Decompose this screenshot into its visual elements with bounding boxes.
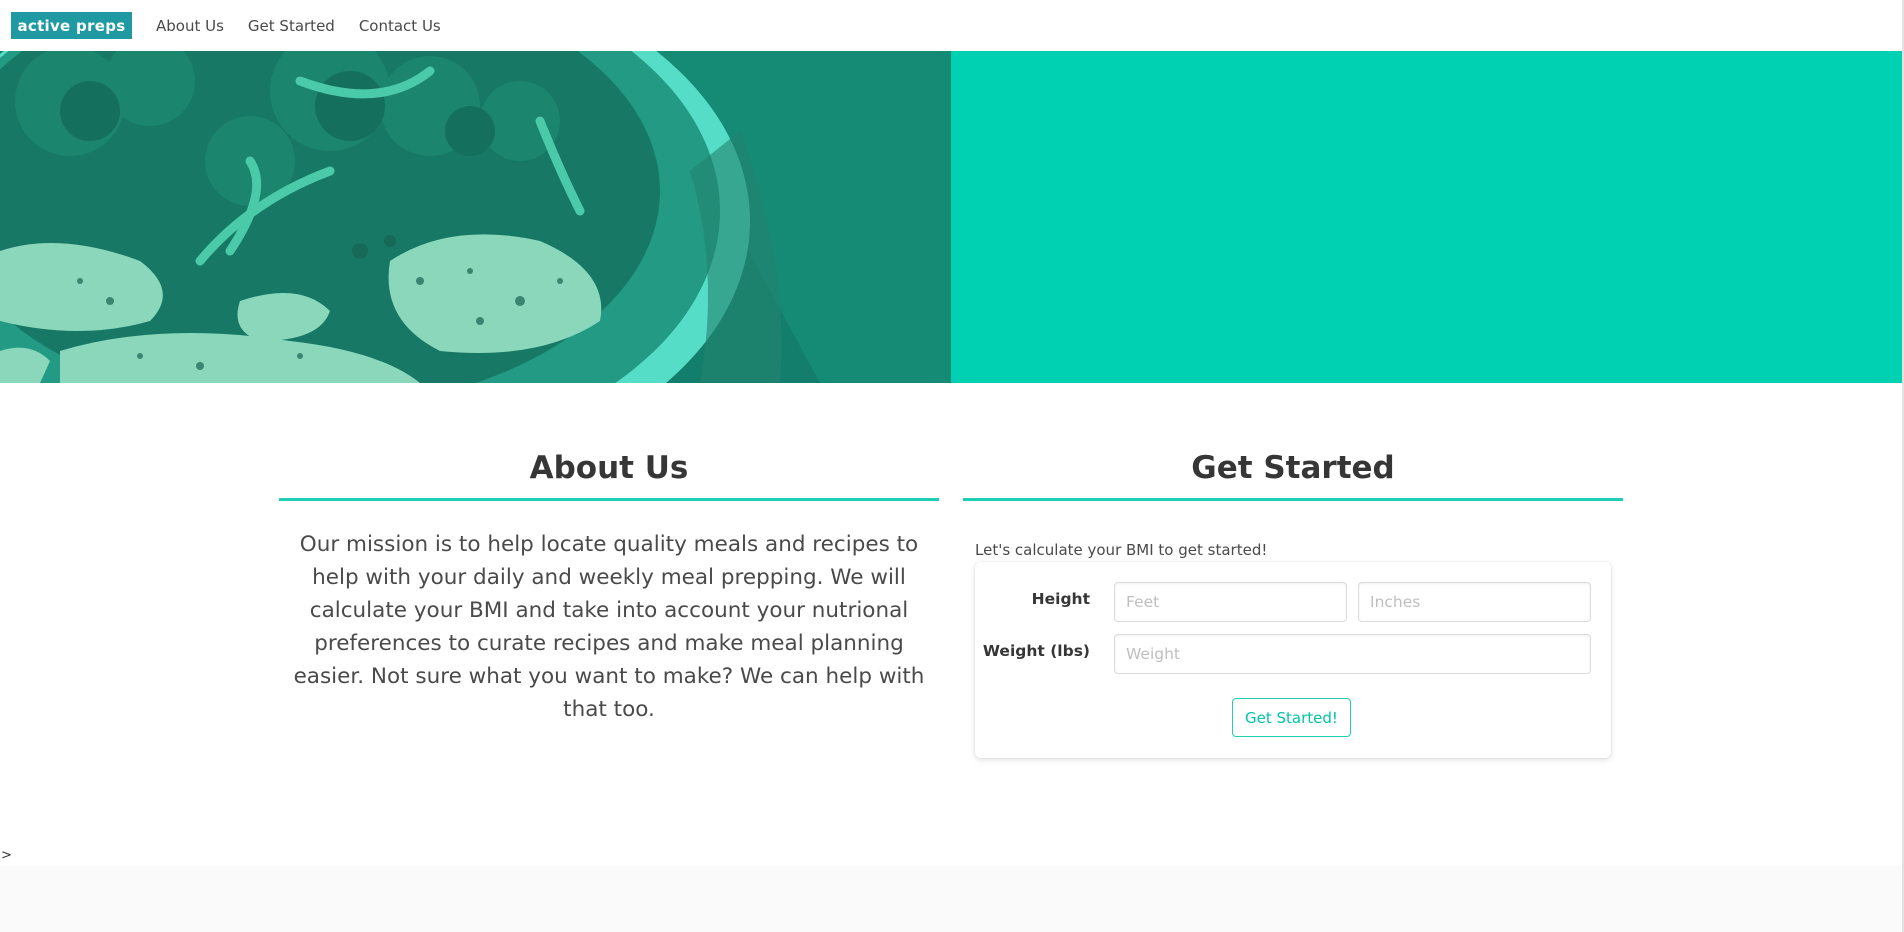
navbar: active preps About Us Get Started Contac…	[0, 0, 1904, 51]
hero-image	[0, 51, 951, 383]
bmi-form-card: Height Weight (lbs) Get Started!	[975, 562, 1611, 758]
get-started-title: Get Started	[1191, 450, 1395, 486]
nav-link-get-started[interactable]: Get Started	[248, 17, 335, 35]
get-started-button[interactable]: Get Started!	[1232, 698, 1351, 737]
bmi-intro-text: Let's calculate your BMI to get started!	[975, 541, 1268, 559]
about-title: About Us	[529, 450, 689, 486]
stray-text: >	[1, 848, 12, 863]
height-feet-input[interactable]	[1114, 582, 1347, 622]
get-started-divider	[963, 498, 1623, 501]
hero-accent-panel	[951, 51, 1904, 383]
height-inches-input[interactable]	[1358, 582, 1591, 622]
nav-link-about-us[interactable]: About Us	[156, 17, 224, 35]
logo[interactable]: active preps	[11, 12, 132, 39]
weight-label: Weight (lbs)	[982, 642, 1090, 660]
weight-input[interactable]	[1114, 634, 1591, 674]
footer	[0, 866, 1902, 932]
about-text: Our mission is to help locate quality me…	[293, 532, 925, 722]
nav-link-contact-us[interactable]: Contact Us	[359, 17, 441, 35]
about-divider	[279, 498, 939, 501]
height-label: Height	[1031, 590, 1090, 608]
